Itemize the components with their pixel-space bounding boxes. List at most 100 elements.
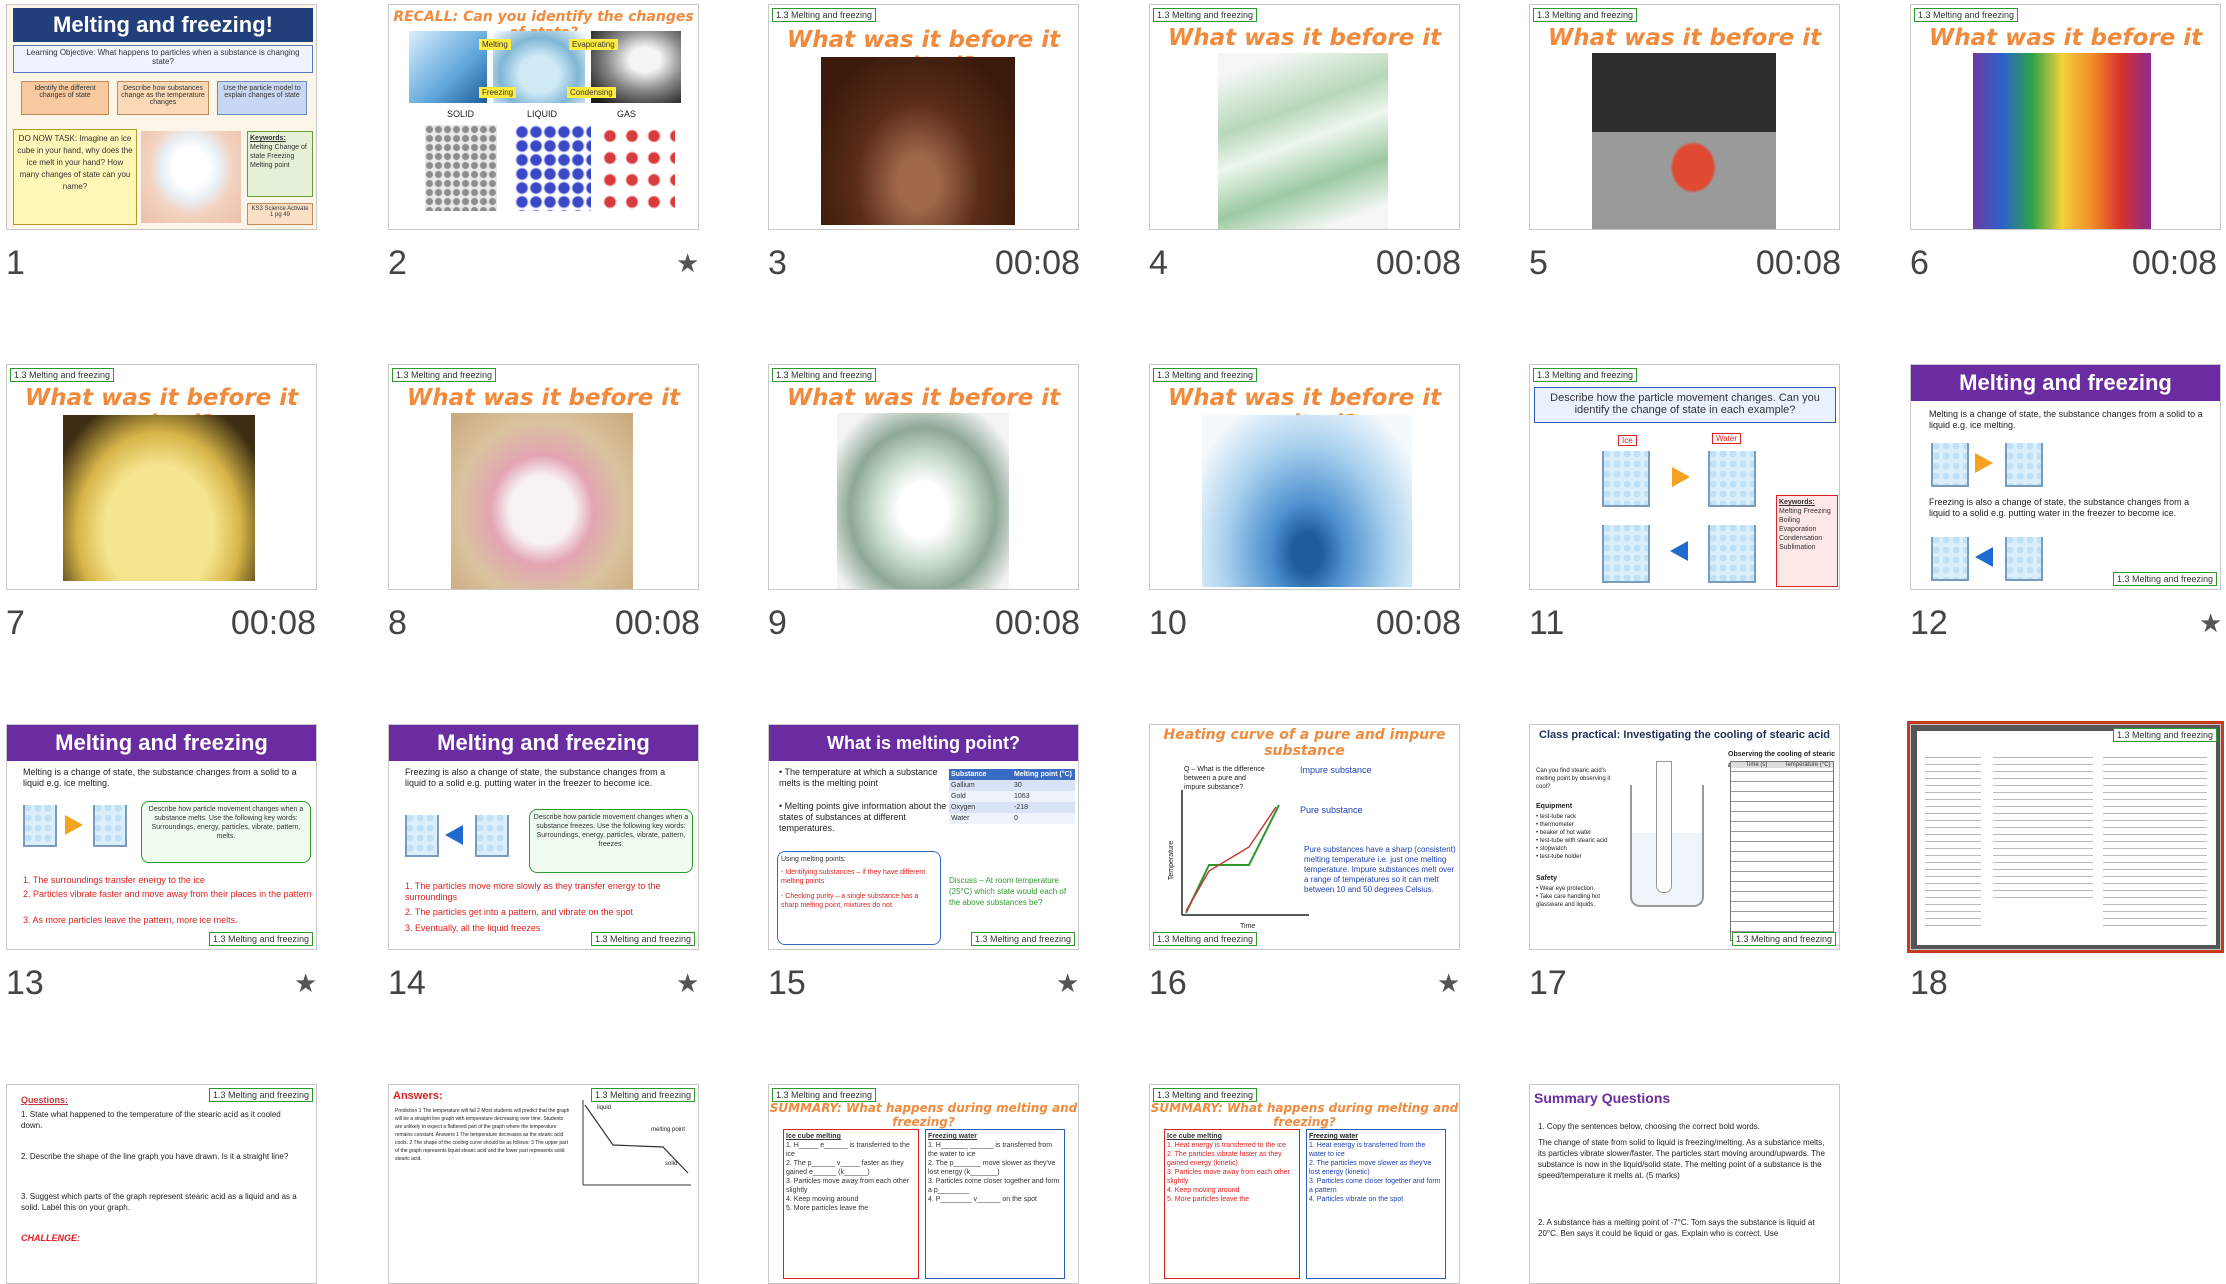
do-now-task: DO NOW TASK: Imagine an ice cube in your… [13, 129, 137, 225]
slide-3[interactable]: 1.3 Melting and freezing What was it bef… [760, 0, 1080, 290]
slide-12[interactable]: Melting and freezing Melting is a change… [1901, 360, 2222, 650]
slide-6[interactable]: 1.3 Melting and freezing What was it bef… [1901, 0, 2221, 290]
slide-8-thumbnail[interactable]: 1.3 Melting and freezing What was it bef… [388, 364, 699, 590]
slide-14-thumbnail[interactable]: Melting and freezing Freezing is also a … [388, 724, 699, 950]
slide-19-thumbnail[interactable]: 1.3 Melting and freezing Questions: 1. S… [6, 1084, 317, 1284]
slide-number: 18 [1910, 964, 1948, 1002]
question-1: 1. Copy the sentences below, choosing th… [1538, 1122, 1760, 1131]
slide-tag: 1.3 Melting and freezing [1914, 8, 2019, 22]
box-header: Ice cube melting [786, 1133, 841, 1140]
slide-20-thumbnail[interactable]: 1.3 Melting and freezing Answers: Predic… [388, 1084, 699, 1284]
slide-tag: 1.3 Melting and freezing [2112, 728, 2217, 742]
freezing-water-box: Freezing water 1. H_______ ______ is tra… [925, 1129, 1065, 1279]
slide-tag: 1.3 Melting and freezing [772, 368, 877, 382]
box-line: 2. The particles vibrate faster as they … [1167, 1151, 1282, 1167]
slide-1-thumbnail[interactable]: Melting and freezing! Learning Objective… [6, 4, 317, 230]
slide-23[interactable]: Summary Questions 1. Copy the sentences … [1521, 1080, 1841, 1284]
slide-20[interactable]: 1.3 Melting and freezing Answers: Predic… [380, 1080, 700, 1284]
step-1: 1. The surroundings transfer energy to t… [23, 875, 205, 885]
slide-6-thumbnail[interactable]: 1.3 Melting and freezing What was it bef… [1910, 4, 2221, 230]
box-line: 3. Particles come closer together and fo… [1309, 1178, 1441, 1194]
slide-timing: 00:08 [1755, 244, 1841, 282]
results-table: Time (s) Temperature (°C) [1730, 761, 1834, 941]
arrow-left-icon [1975, 547, 1993, 567]
slide-21-thumbnail[interactable]: 1.3 Melting and freezing SUMMARY: What h… [768, 1084, 1079, 1284]
table-header: Melting point (°C) [1014, 771, 1073, 778]
slide-11[interactable]: 1.3 Melting and freezing Describe how th… [1521, 360, 1841, 650]
slide-18-thumbnail[interactable]: 1.3 Melting and freezing [1907, 721, 2224, 953]
table-cell: Water [951, 815, 970, 822]
safety-item: • Take care handling hot glassware and l… [1536, 894, 1601, 908]
bullet-2: • Melting points give information about … [779, 801, 947, 833]
slide-tag: 1.3 Melting and freezing [1533, 8, 1638, 22]
slide-5[interactable]: 1.3 Melting and freezing What was it bef… [1521, 0, 1841, 290]
slide-title: Melting and freezing [1911, 365, 2220, 401]
ice-photo [409, 31, 487, 103]
animation-star-icon: ★ [1056, 968, 1080, 998]
beaker-ice [1602, 451, 1650, 507]
slide-14[interactable]: Melting and freezing Freezing is also a … [380, 720, 700, 1010]
slide-number: 8 [388, 604, 407, 642]
table-cell: Oxygen [951, 804, 976, 811]
pure-label: Pure substance [1300, 805, 1363, 815]
question-3: 3. Suggest which parts of the graph repr… [21, 1192, 297, 1212]
slide-1[interactable]: Melting and freezing! Learning Objective… [0, 0, 320, 290]
slide-13[interactable]: Melting and freezing Melting is a change… [0, 720, 320, 1010]
slide-4-thumbnail[interactable]: 1.3 Melting and freezing What was it bef… [1149, 4, 1460, 230]
equipment-item: • beaker of hot water [1536, 830, 1592, 836]
slide-tag: 1.3 Melting and freezing [1153, 932, 1258, 946]
slide-17[interactable]: Class practical: Investigating the cooli… [1521, 720, 1841, 1010]
slide-5-thumbnail[interactable]: 1.3 Melting and freezing What was it bef… [1529, 4, 1840, 230]
slide-3-thumbnail[interactable]: 1.3 Melting and freezing What was it bef… [768, 4, 1079, 230]
slide-tag: 1.3 Melting and freezing [1153, 8, 1258, 22]
slide-16[interactable]: Heating curve of a pure and impure subst… [1141, 720, 1461, 1010]
slide-9-thumbnail[interactable]: 1.3 Melting and freezing What was it bef… [768, 364, 1079, 590]
slide-2[interactable]: RECALL: Can you identify the changes of … [380, 0, 700, 290]
freezing-definition: Freezing is also a change of state, the … [1929, 497, 2190, 518]
slide-19[interactable]: 1.3 Melting and freezing Questions: 1. S… [0, 1080, 320, 1284]
ice-melting-box: Ice cube melting 1. H_____ e______ is tr… [783, 1129, 919, 1279]
slide-18[interactable]: 1.3 Melting and freezing 18 [1901, 720, 2224, 1010]
slide-4[interactable]: 1.3 Melting and freezing What was it bef… [1141, 0, 1461, 290]
slide-2-thumbnail[interactable]: RECALL: Can you identify the changes of … [388, 4, 699, 230]
slide-13-thumbnail[interactable]: Melting and freezing Melting is a change… [6, 724, 317, 950]
chocolate-photo [821, 57, 1015, 225]
slide-title: Heating curve of a pure and impure subst… [1163, 727, 1446, 759]
slide-8[interactable]: 1.3 Melting and freezing What was it bef… [380, 360, 700, 650]
slide-10[interactable]: 1.3 Melting and freezing What was it bef… [1141, 360, 1461, 650]
keywords-list: Melting Change of state Freezing Melting… [250, 144, 307, 169]
ice-label: Ice [1618, 435, 1637, 446]
slide-15-thumbnail[interactable]: What is melting point? • The temperature… [768, 724, 1079, 950]
slide-15[interactable]: What is melting point? • The temperature… [760, 720, 1080, 1010]
ice-melting-box: Ice cube melting 1. Heat energy is trans… [1164, 1129, 1300, 1279]
slide-tag: 1.3 Melting and freezing [970, 932, 1075, 946]
slide-7[interactable]: 1.3 Melting and freezing What was it bef… [0, 360, 320, 650]
box-line: 1. Heat energy is transferred to the ice [1167, 1142, 1287, 1149]
freezing-water-box: Freezing water 1. Heat energy is transfe… [1306, 1129, 1446, 1279]
slide-title: Summary Questions [1534, 1090, 1671, 1106]
slide-23-thumbnail[interactable]: Summary Questions 1. Copy the sentences … [1529, 1084, 1840, 1284]
slide-17-thumbnail[interactable]: Class practical: Investigating the cooli… [1529, 724, 1840, 950]
melted-crayons-photo [1973, 53, 2151, 229]
slide-9[interactable]: 1.3 Melting and freezing What was it bef… [760, 360, 1080, 650]
cooling-curve-graph [582, 1100, 691, 1186]
hands-ice-photo [141, 131, 241, 223]
slide-10-thumbnail[interactable]: 1.3 Melting and freezing What was it bef… [1149, 364, 1460, 590]
slide-21[interactable]: 1.3 Melting and freezing SUMMARY: What h… [760, 1080, 1080, 1284]
water-label: Water [1712, 433, 1742, 444]
slide-7-thumbnail[interactable]: 1.3 Melting and freezing What was it bef… [6, 364, 317, 590]
beaker-water-2 [1708, 525, 1756, 583]
table-cell: Gold [951, 793, 966, 800]
beaker-water [2005, 443, 2043, 487]
slide-tag: 1.3 Melting and freezing [590, 932, 695, 946]
slide-22-thumbnail[interactable]: 1.3 Melting and freezing SUMMARY: What h… [1149, 1084, 1460, 1284]
slide-number: 3 [768, 244, 787, 282]
slide-16-thumbnail[interactable]: Heating curve of a pure and impure subst… [1149, 724, 1460, 950]
keywords-list: Melting Freezing Boiling Evaporation Con… [1779, 508, 1831, 551]
slide-11-thumbnail[interactable]: 1.3 Melting and freezing Describe how th… [1529, 364, 1840, 590]
slide-number: 12 [1910, 604, 1948, 642]
equipment-title: Equipment [1536, 803, 1573, 810]
slide-22[interactable]: 1.3 Melting and freezing SUMMARY: What h… [1141, 1080, 1461, 1284]
slide-tag: 1.3 Melting and freezing [10, 368, 115, 382]
slide-12-thumbnail[interactable]: Melting and freezing Melting is a change… [1910, 364, 2221, 590]
